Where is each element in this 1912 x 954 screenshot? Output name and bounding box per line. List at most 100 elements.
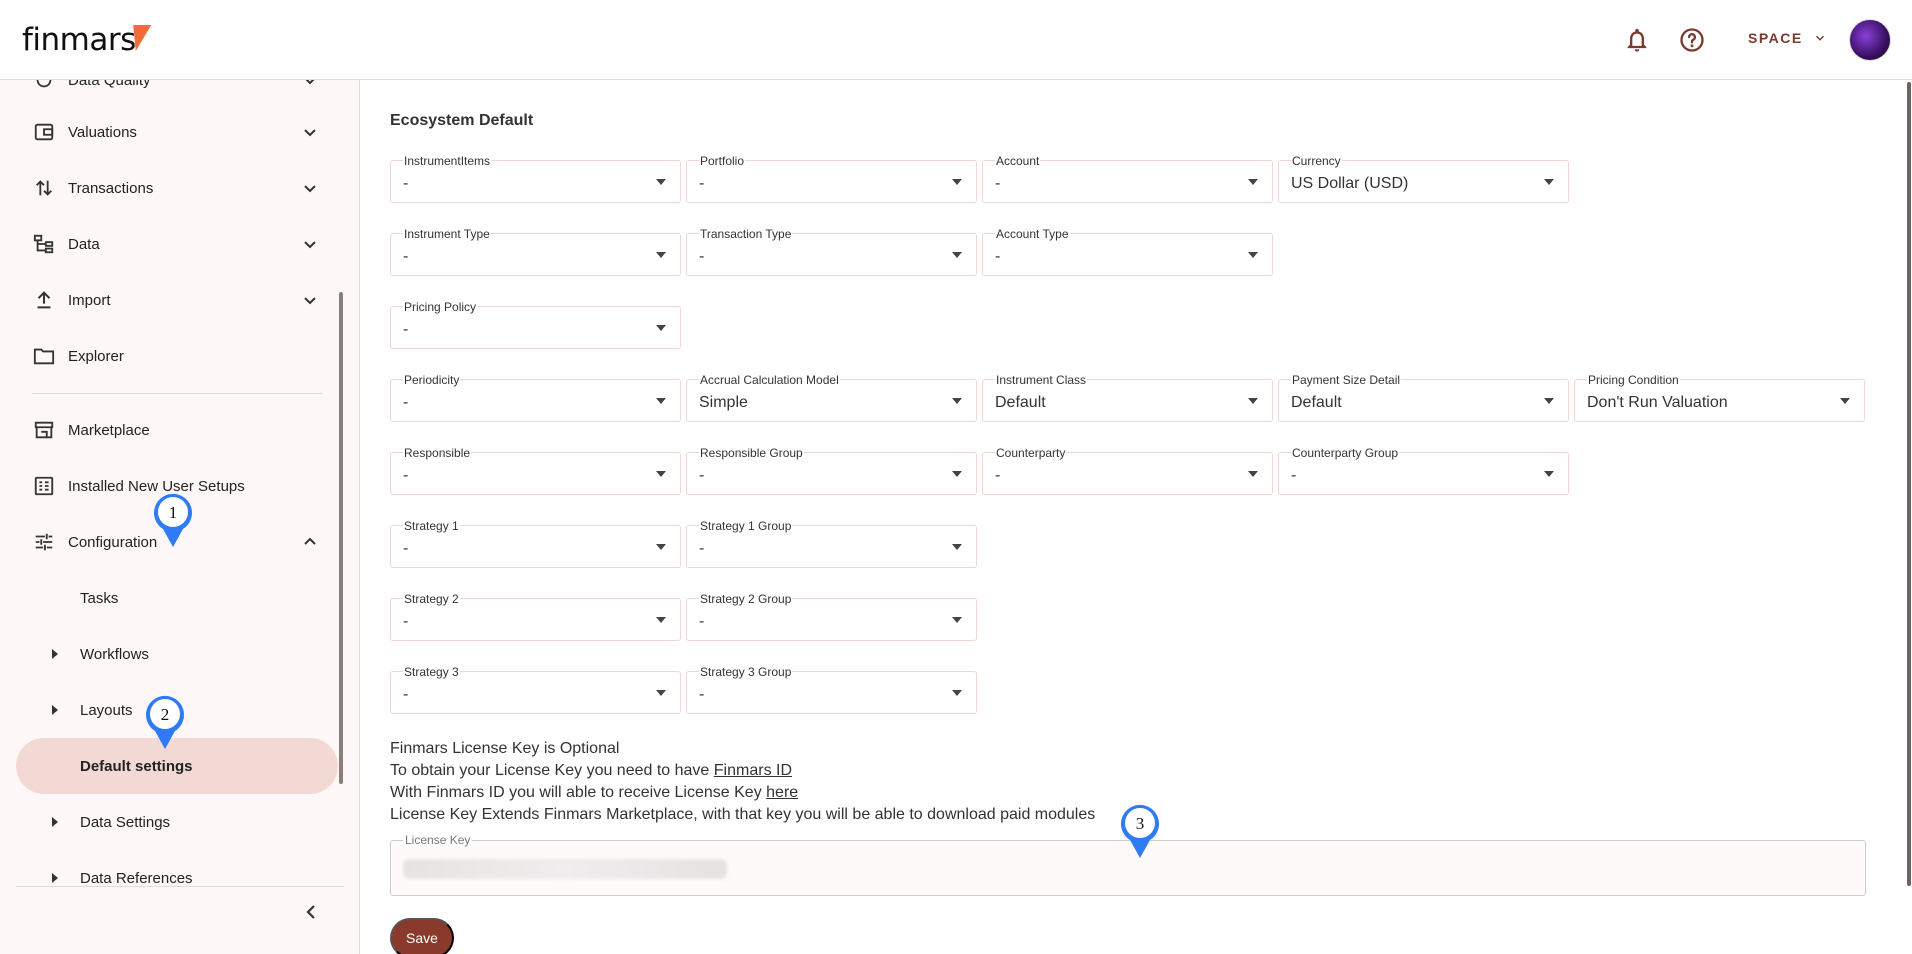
chevron-down-icon: [298, 176, 322, 200]
help-circle-icon[interactable]: [1678, 26, 1706, 54]
field-label: Strategy 3 Group: [699, 665, 793, 679]
caret-down-icon: [952, 617, 962, 623]
field-value: Simple: [699, 394, 748, 411]
sidebar-item-label: Data: [68, 235, 100, 253]
account-select[interactable]: Account -: [982, 154, 1273, 203]
top-header: finmars SPACE: [0, 0, 1912, 80]
caret-down-icon: [1248, 398, 1258, 404]
section-title: Ecosystem Default: [390, 112, 534, 129]
chevron-down-icon: [298, 120, 322, 144]
sidebar-subitem-tasks[interactable]: Tasks: [0, 576, 330, 620]
transaction-type-select[interactable]: Transaction Type -: [686, 227, 977, 276]
marker-number: 3: [1136, 814, 1145, 833]
finmars-logo[interactable]: finmars: [22, 22, 136, 58]
instrument-class-select[interactable]: Instrument Class Default: [982, 373, 1273, 422]
responsible-group-select[interactable]: Responsible Group -: [686, 446, 977, 495]
chevron-left-icon: [306, 905, 315, 919]
sidebar-item-valuations[interactable]: Valuations: [0, 110, 330, 154]
sidebar-item-data[interactable]: Data: [0, 222, 330, 266]
sidebar-item-import[interactable]: Import: [0, 278, 330, 322]
strategy-3-group-select[interactable]: Strategy 3 Group -: [686, 665, 977, 714]
sidebar-subitem-data-settings[interactable]: Data Settings: [0, 800, 330, 844]
field-value: -: [699, 540, 705, 557]
sidebar-subitem-label: Workflows: [80, 645, 149, 663]
accrual-calculation-model-select[interactable]: Accrual Calculation Model Simple: [686, 373, 977, 422]
field-label: Payment Size Detail: [1291, 373, 1402, 387]
portfolio-select[interactable]: Portfolio -: [686, 154, 977, 203]
license-extends-text: License Key Extends Finmars Marketplace,…: [390, 806, 1096, 823]
sidebar-item-marketplace[interactable]: Marketplace: [0, 408, 330, 452]
sidebar-subitem-label: Tasks: [80, 589, 119, 607]
license-obtain-text: To obtain your License Key you need to h…: [390, 762, 792, 780]
field-label: Instrument Type: [403, 227, 491, 241]
account-type-select[interactable]: Account Type -: [982, 227, 1273, 276]
field-label: Accrual Calculation Model: [699, 373, 840, 387]
field-value: Default: [1291, 394, 1342, 411]
list-alt-icon: [32, 474, 56, 498]
caret-down-icon: [1248, 252, 1258, 258]
caret-down-icon: [656, 252, 666, 258]
caret-down-icon: [1544, 179, 1554, 185]
counterparty-group-select[interactable]: Counterparty Group -: [1278, 446, 1569, 495]
sidebar-subitem-label: Layouts: [80, 701, 133, 719]
user-avatar[interactable]: [1849, 19, 1891, 61]
field-label: Portfolio: [699, 154, 746, 168]
strategy-1-group-select[interactable]: Strategy 1 Group -: [686, 519, 977, 568]
instrument-items-select[interactable]: InstrumentItems -: [390, 154, 681, 203]
space-selector-button[interactable]: SPACE: [1748, 30, 1827, 46]
sidebar-subitem-data-references[interactable]: Data References: [0, 856, 330, 900]
space-label: SPACE: [1748, 30, 1803, 46]
sidebar-subitem-label: Data References: [80, 869, 193, 887]
strategy-2-group-select[interactable]: Strategy 2 Group -: [686, 592, 977, 641]
strategy-2-select[interactable]: Strategy 2 -: [390, 592, 681, 641]
caret-down-icon: [656, 471, 666, 477]
caret-down-icon: [952, 690, 962, 696]
field-label: Instrument Class: [995, 373, 1088, 387]
caret-down-icon: [1248, 179, 1258, 185]
periodicity-select[interactable]: Periodicity -: [390, 373, 681, 422]
sidebar-item-data-quality[interactable]: Data Quality: [0, 80, 330, 102]
license-here-link[interactable]: here: [766, 784, 798, 801]
field-value: -: [699, 613, 705, 630]
sidebar-item-label: Configuration: [68, 533, 158, 551]
payment-size-detail-select[interactable]: Payment Size Detail Default: [1278, 373, 1569, 422]
counterparty-select[interactable]: Counterparty -: [982, 446, 1273, 495]
marker-pin-1: 1: [154, 493, 192, 547]
field-label: Counterparty: [995, 446, 1067, 460]
caret-down-icon: [1544, 471, 1554, 477]
field-label: Strategy 2 Group: [699, 592, 793, 606]
caret-right-icon: [52, 649, 58, 659]
pricing-policy-select[interactable]: Pricing Policy -: [390, 300, 681, 349]
sidebar-item-label: Marketplace: [68, 421, 150, 439]
strategy-1-select[interactable]: Strategy 1 -: [390, 519, 681, 568]
license-optional-text: Finmars License Key is Optional: [390, 740, 620, 757]
pricing-condition-select[interactable]: Pricing Condition Don't Run Valuation: [1574, 373, 1865, 422]
field-label: Pricing Condition: [1587, 373, 1680, 387]
sidebar-subitem-label: Data Settings: [80, 813, 171, 831]
field-value: -: [403, 321, 409, 338]
sidebar-item-transactions[interactable]: Transactions: [0, 166, 330, 210]
bell-icon[interactable]: [1623, 26, 1651, 54]
collapse-sidebar-button[interactable]: [300, 900, 324, 924]
sidebar-item-explorer[interactable]: Explorer: [0, 334, 330, 378]
strategy-3-select[interactable]: Strategy 3 -: [390, 665, 681, 714]
field-value: -: [403, 540, 409, 557]
license-receive-text: With Finmars ID you will able to receive…: [390, 784, 798, 802]
sidebar-scrollbar[interactable]: [339, 292, 343, 784]
caret-right-icon: [52, 705, 58, 715]
field-label: Currency: [1291, 154, 1342, 168]
sidebar-subitem-workflows[interactable]: Workflows: [0, 632, 330, 676]
field-label: Counterparty Group: [1291, 446, 1400, 460]
field-label: Account: [995, 154, 1041, 168]
finmars-id-link[interactable]: Finmars ID: [714, 762, 792, 779]
caret-down-icon: [952, 471, 962, 477]
sidebar-bottom-divider: [16, 886, 344, 887]
currency-select[interactable]: Currency US Dollar (USD): [1278, 154, 1569, 203]
instrument-type-select[interactable]: Instrument Type -: [390, 227, 681, 276]
responsible-select[interactable]: Responsible -: [390, 446, 681, 495]
caret-down-icon: [952, 179, 962, 185]
swap-vert-icon: [32, 176, 56, 200]
marker-number: 2: [161, 705, 170, 724]
save-button[interactable]: Save: [390, 918, 454, 954]
main-scrollbar[interactable]: [1907, 82, 1911, 886]
